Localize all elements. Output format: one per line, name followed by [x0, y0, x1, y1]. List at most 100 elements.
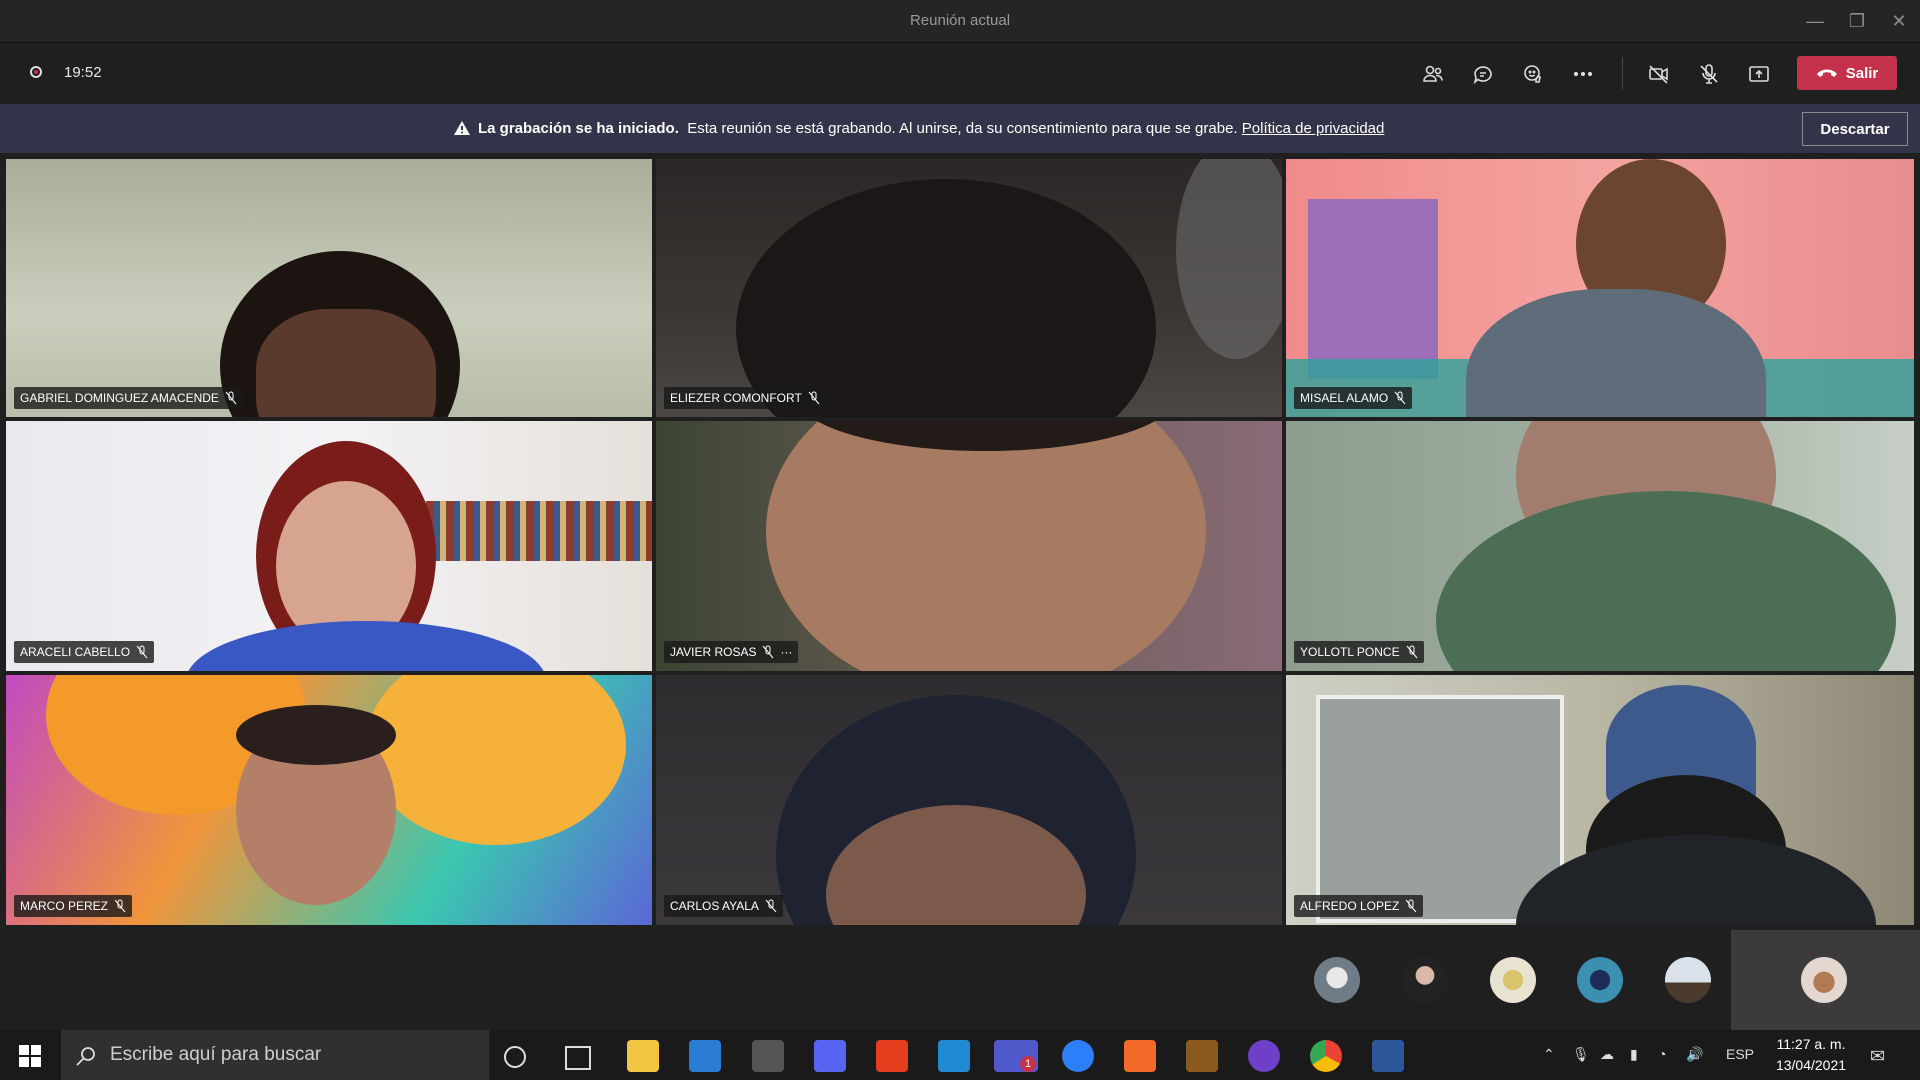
more-options-button[interactable]	[1566, 57, 1600, 91]
participant-name: CARLOS AYALA	[670, 899, 759, 913]
firefox-icon[interactable]	[1062, 1040, 1094, 1072]
video-tile[interactable]: MISAEL ALAMO	[1286, 159, 1914, 417]
window-title: Reunión actual	[909, 12, 1011, 29]
task-view-icon[interactable]	[565, 1046, 591, 1070]
close-icon[interactable]: ✕	[1884, 8, 1914, 34]
volume-icon[interactable]: 🔊	[1686, 1046, 1703, 1063]
input-language[interactable]: ESP	[1726, 1046, 1754, 1062]
recording-icon	[30, 66, 42, 78]
participant-avatar[interactable]	[1665, 957, 1711, 1003]
video-tile[interactable]: GABRIEL DOMINGUEZ AMACENDE	[6, 159, 652, 417]
video-tile[interactable]: MARCO PEREZ	[6, 675, 652, 925]
taskbar-search-box[interactable]: Escribe aquí para buscar	[61, 1030, 489, 1080]
chat-button[interactable]	[1466, 57, 1500, 91]
leave-label: Salir	[1845, 64, 1879, 82]
teams-icon[interactable]: 1	[994, 1040, 1038, 1072]
teams-badge: 1	[1020, 1056, 1036, 1072]
privacy-policy-link[interactable]: Política de privacidad	[1242, 120, 1385, 137]
participant-avatar[interactable]	[1577, 957, 1623, 1003]
recording-banner: La grabación se ha iniciado. Esta reunió…	[0, 104, 1920, 153]
participant-name-tag: CARLOS AYALA	[664, 895, 783, 917]
wifi-icon[interactable]: ◔	[1658, 1046, 1666, 1062]
mic-muted-icon	[808, 391, 820, 405]
video-tile[interactable]: CARLOS AYALA	[656, 675, 1282, 925]
restore-icon[interactable]: ❐	[1842, 8, 1872, 34]
chrome-icon[interactable]	[1310, 1040, 1342, 1072]
participant-avatar[interactable]	[1490, 957, 1536, 1003]
banner-text: La grabación se ha iniciado. Esta reunió…	[478, 120, 1384, 137]
clock-date: 13/04/2021	[1775, 1057, 1847, 1073]
chevron-up-icon[interactable]: ⌃	[1543, 1046, 1555, 1063]
camera-off-icon	[1649, 65, 1668, 84]
banner-title: La grabación se ha iniciado.	[478, 120, 679, 137]
participant-name: MISAEL ALAMO	[1300, 391, 1389, 405]
video-tile[interactable]: YOLLOTL PONCE	[1286, 421, 1914, 671]
participant-name-tag: YOLLOTL PONCE	[1294, 641, 1424, 663]
discord-icon[interactable]	[814, 1040, 846, 1072]
participants-button[interactable]	[1416, 57, 1450, 91]
participant-name-tag: MISAEL ALAMO	[1294, 387, 1413, 409]
onedrive-icon[interactable]: ☁	[1600, 1046, 1614, 1063]
participant-name-tag: GABRIEL DOMINGUEZ AMACENDE	[14, 387, 243, 409]
reactions-button[interactable]	[1516, 57, 1550, 91]
mic-muted-icon	[136, 645, 148, 659]
taskbar-clock[interactable]: 11:27 a. m. 13/04/2021	[1766, 1034, 1856, 1076]
video-tile[interactable]: ALFREDO LOPEZ	[1286, 675, 1914, 925]
meeting-toolbar: 19:52	[0, 43, 1920, 103]
participant-name-tag: ELIEZER COMONFORT	[664, 387, 826, 409]
dosbox-icon[interactable]	[1186, 1040, 1218, 1072]
participant-more-icon[interactable]: ···	[780, 641, 792, 663]
participant-strip	[0, 928, 1920, 1030]
app-icon[interactable]	[752, 1040, 784, 1072]
mic-muted-icon	[1405, 899, 1417, 913]
video-tile[interactable]: ARACELI CABELLO	[6, 421, 652, 671]
participant-name-tag: ALFREDO LOPEZ	[1294, 895, 1424, 917]
camera-toggle-button[interactable]	[1642, 57, 1676, 91]
vscode-icon[interactable]	[938, 1040, 970, 1072]
share-tray-icon	[1749, 66, 1769, 82]
search-icon	[76, 1047, 95, 1066]
participant-name: ALFREDO LOPEZ	[1300, 899, 1400, 913]
video-tile[interactable]: ELIEZER COMONFORT	[656, 159, 1282, 417]
participant-name: ARACELI CABELLO	[20, 645, 131, 659]
background-cabinet	[1308, 199, 1438, 379]
dismiss-button[interactable]: Descartar	[1802, 112, 1908, 146]
participant-name: ELIEZER COMONFORT	[670, 391, 802, 405]
participant-name: JAVIER ROSAS	[670, 645, 757, 659]
windows-start-icon[interactable]	[19, 1045, 41, 1067]
github-icon[interactable]	[1248, 1040, 1280, 1072]
leave-button[interactable]: Salir	[1797, 56, 1897, 90]
toolbar-divider	[1622, 57, 1623, 89]
notifications-icon[interactable]: ✉	[1870, 1046, 1885, 1067]
warning-icon	[454, 121, 470, 135]
mail-icon[interactable]	[689, 1040, 721, 1072]
window-titlebar: Reunión actual — ❐ ✕	[0, 0, 1920, 43]
mic-muted-icon	[765, 899, 777, 913]
raise-hand-icon	[1524, 65, 1541, 83]
participant-avatar[interactable]	[1314, 957, 1360, 1003]
cortana-icon[interactable]	[504, 1046, 526, 1068]
people-icon	[1423, 65, 1443, 82]
participant-avatar[interactable]	[1402, 957, 1448, 1003]
clock-time: 11:27 a. m.	[1776, 1036, 1846, 1052]
mic-muted-icon	[225, 391, 237, 405]
xampp-icon[interactable]	[1124, 1040, 1156, 1072]
background-cabinet	[1316, 695, 1564, 923]
bookshelf	[426, 501, 652, 561]
word-icon[interactable]	[1372, 1040, 1404, 1072]
microphone-icon[interactable]: 🎙	[1572, 1046, 1590, 1063]
video-tile[interactable]: JAVIER ROSAS ···	[656, 421, 1282, 671]
file-explorer-icon[interactable]	[627, 1040, 659, 1072]
participant-name: MARCO PEREZ	[20, 899, 109, 913]
mic-muted-icon	[1406, 645, 1417, 659]
participant-name-tag: ARACELI CABELLO	[14, 641, 155, 663]
mic-toggle-button[interactable]	[1692, 57, 1726, 91]
mic-muted-icon	[114, 899, 126, 913]
share-screen-button[interactable]	[1742, 57, 1776, 91]
minimize-icon[interactable]: —	[1800, 8, 1830, 34]
meeting-timer: 19:52	[64, 64, 102, 81]
chat-icon	[1473, 66, 1492, 85]
office-icon[interactable]	[876, 1040, 908, 1072]
self-avatar[interactable]	[1801, 957, 1847, 1003]
battery-icon[interactable]: ▮	[1630, 1046, 1638, 1063]
